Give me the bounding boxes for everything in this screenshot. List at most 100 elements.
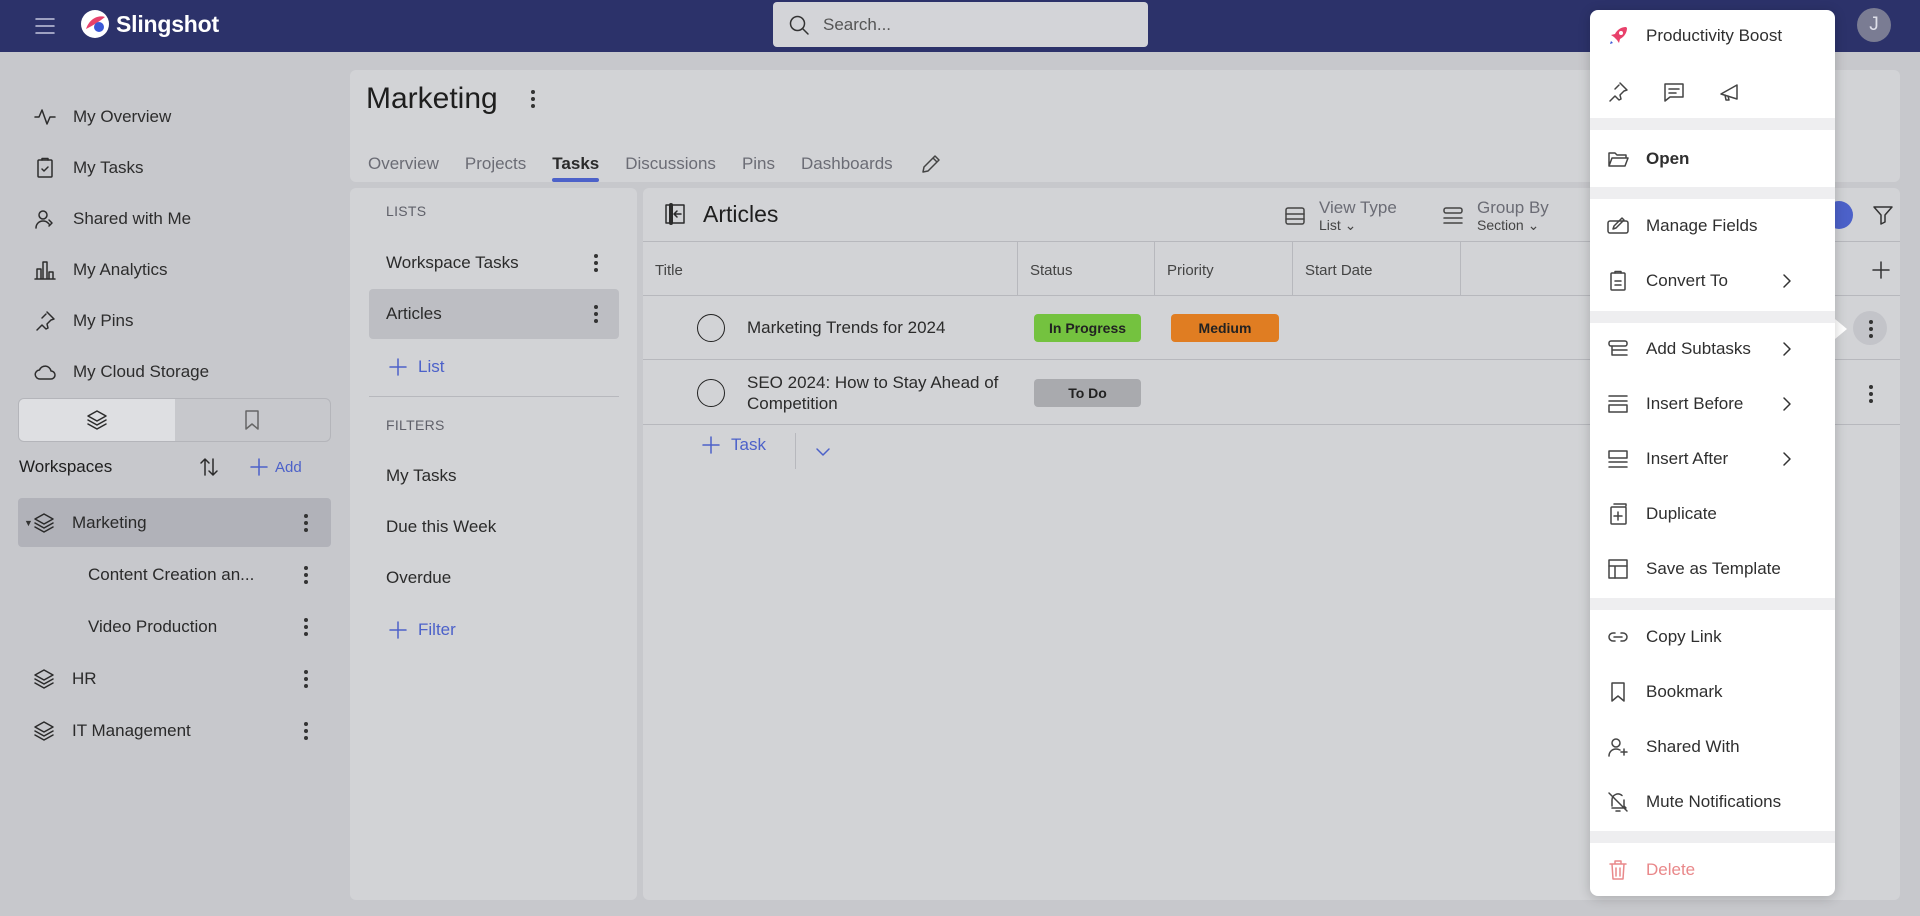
list-item-workspace-tasks[interactable]: Workspace Tasks bbox=[369, 238, 619, 288]
add-column-icon[interactable] bbox=[1869, 258, 1893, 282]
more-options-icon[interactable] bbox=[1868, 320, 1874, 338]
menu-label: Add Subtasks bbox=[1646, 339, 1751, 358]
menu-item-open[interactable]: Open bbox=[1590, 136, 1835, 182]
collapse-panel-icon[interactable] bbox=[663, 202, 687, 226]
workspace-item-hr[interactable]: HR bbox=[18, 654, 331, 703]
complete-checkbox[interactable] bbox=[697, 314, 725, 342]
tab-projects[interactable]: Projects bbox=[465, 142, 526, 182]
menu-label: Insert After bbox=[1646, 449, 1729, 468]
menu-item-convert-to[interactable]: Convert To bbox=[1590, 258, 1835, 304]
page-title: Marketing bbox=[366, 82, 498, 115]
filter-item-overdue[interactable]: Overdue bbox=[369, 553, 619, 603]
view-type-value: List ⌄ bbox=[1319, 217, 1357, 233]
menu-separator bbox=[1590, 598, 1835, 610]
workspace-label: Content Creation an... bbox=[88, 564, 255, 584]
sort-icon[interactable] bbox=[197, 455, 221, 479]
search-input[interactable] bbox=[823, 14, 1123, 35]
column-priority[interactable]: Priority bbox=[1155, 242, 1293, 296]
column-start-date[interactable]: Start Date bbox=[1293, 242, 1461, 296]
nav-my-tasks[interactable]: My Tasks bbox=[33, 148, 144, 188]
tab-dashboards[interactable]: Dashboards bbox=[801, 142, 893, 182]
app-logo[interactable]: Slingshot bbox=[80, 9, 219, 39]
comment-icon[interactable] bbox=[1662, 80, 1686, 104]
filter-item-my-tasks[interactable]: My Tasks bbox=[369, 451, 619, 501]
nav-shared-with-me[interactable]: Shared with Me bbox=[33, 199, 191, 239]
search-box[interactable] bbox=[773, 2, 1148, 47]
plus-icon bbox=[699, 433, 723, 457]
task-title[interactable]: Marketing Trends for 2024 bbox=[747, 317, 945, 338]
tab-workspaces[interactable] bbox=[19, 399, 175, 441]
tab-pins[interactable]: Pins bbox=[742, 142, 775, 182]
workspace-item-video-production[interactable]: Video Production bbox=[88, 602, 331, 651]
app-name: Slingshot bbox=[116, 10, 219, 37]
more-options-icon[interactable] bbox=[303, 513, 309, 532]
more-options-icon[interactable] bbox=[303, 617, 309, 636]
search-icon bbox=[787, 13, 811, 37]
pin-icon[interactable] bbox=[1606, 80, 1630, 104]
layers-icon bbox=[32, 511, 56, 535]
nav-label: Shared with Me bbox=[73, 209, 192, 228]
more-options-icon[interactable] bbox=[530, 90, 536, 108]
menu-item-delete[interactable]: Delete bbox=[1590, 847, 1835, 893]
workspace-item-it-management[interactable]: IT Management bbox=[18, 706, 331, 755]
status-badge[interactable]: To Do bbox=[1034, 379, 1141, 407]
more-options-icon[interactable] bbox=[303, 565, 309, 584]
workspace-item-marketing[interactable]: ▼ Marketing bbox=[18, 498, 331, 547]
more-options-icon[interactable] bbox=[303, 721, 309, 740]
avatar[interactable]: J bbox=[1857, 8, 1891, 42]
column-title[interactable]: Title bbox=[643, 242, 1018, 296]
megaphone-icon[interactable] bbox=[1718, 80, 1742, 104]
menu-item-shared-with[interactable]: Shared With bbox=[1590, 724, 1835, 770]
task-title[interactable]: SEO 2024: How to Stay Ahead of Competiti… bbox=[747, 372, 1012, 414]
link-icon bbox=[1606, 625, 1630, 649]
trash-icon bbox=[1606, 858, 1630, 882]
expand-caret-icon[interactable]: ▼ bbox=[24, 518, 33, 528]
more-options-icon[interactable] bbox=[1868, 385, 1874, 403]
more-options-icon[interactable] bbox=[593, 305, 599, 323]
add-task-button[interactable]: Task bbox=[699, 433, 766, 457]
menu-separator bbox=[1590, 311, 1835, 323]
tab-overview[interactable]: Overview bbox=[368, 142, 439, 182]
menu-item-bookmark[interactable]: Bookmark bbox=[1590, 669, 1835, 715]
nav-label: My Cloud Storage bbox=[73, 362, 210, 381]
chevron-down-icon[interactable] bbox=[811, 440, 835, 464]
nav-my-analytics[interactable]: My Analytics bbox=[33, 250, 167, 290]
group-by-label: Group By bbox=[1477, 198, 1549, 217]
productivity-boost-item[interactable]: Productivity Boost bbox=[1590, 13, 1835, 59]
priority-badge[interactable]: Medium bbox=[1171, 314, 1279, 342]
workspaces-title: Workspaces bbox=[19, 457, 113, 476]
add-list-button[interactable]: List bbox=[386, 355, 444, 379]
menu-item-insert-before[interactable]: Insert Before bbox=[1590, 381, 1835, 427]
tab-discussions[interactable]: Discussions bbox=[625, 142, 716, 182]
workspace-label: HR bbox=[72, 668, 97, 688]
menu-item-save-as-template[interactable]: Save as Template bbox=[1590, 546, 1835, 592]
complete-checkbox[interactable] bbox=[697, 379, 725, 407]
tab-bookmarks[interactable] bbox=[175, 399, 331, 441]
filter-item-due-this-week[interactable]: Due this Week bbox=[369, 502, 619, 552]
menu-item-add-subtasks[interactable]: Add Subtasks bbox=[1590, 326, 1835, 372]
nav-my-pins[interactable]: My Pins bbox=[33, 301, 133, 341]
menu-item-copy-link[interactable]: Copy Link bbox=[1590, 614, 1835, 660]
add-filter-button[interactable]: Filter bbox=[386, 618, 456, 642]
chevron-right-icon bbox=[1775, 269, 1799, 293]
nav-my-overview[interactable]: My Overview bbox=[33, 97, 171, 137]
column-status[interactable]: Status bbox=[1018, 242, 1155, 296]
workspace-item-content-creation[interactable]: Content Creation an... bbox=[88, 550, 331, 599]
more-options-icon[interactable] bbox=[303, 669, 309, 688]
filter-icon[interactable] bbox=[1871, 203, 1895, 227]
menu-item-duplicate[interactable]: Duplicate bbox=[1590, 491, 1835, 537]
more-options-icon[interactable] bbox=[593, 254, 599, 272]
group-by-control[interactable]: Group By Section ⌄ bbox=[1441, 198, 1549, 233]
view-type-control[interactable]: View Type List ⌄ bbox=[1283, 198, 1397, 233]
tab-tasks[interactable]: Tasks bbox=[552, 142, 599, 182]
hamburger-menu-icon[interactable] bbox=[33, 14, 57, 38]
list-item-articles[interactable]: Articles bbox=[369, 289, 619, 339]
add-workspace-button[interactable]: Add bbox=[247, 455, 302, 479]
status-badge[interactable]: In Progress bbox=[1034, 314, 1141, 342]
pencil-icon[interactable] bbox=[919, 152, 943, 176]
menu-item-insert-after[interactable]: Insert After bbox=[1590, 436, 1835, 482]
nav-my-cloud-storage[interactable]: My Cloud Storage bbox=[33, 352, 209, 392]
menu-item-mute-notifications[interactable]: Mute Notifications bbox=[1590, 779, 1835, 825]
menu-item-manage-fields[interactable]: Manage Fields bbox=[1590, 203, 1835, 249]
convert-icon bbox=[1606, 269, 1630, 293]
